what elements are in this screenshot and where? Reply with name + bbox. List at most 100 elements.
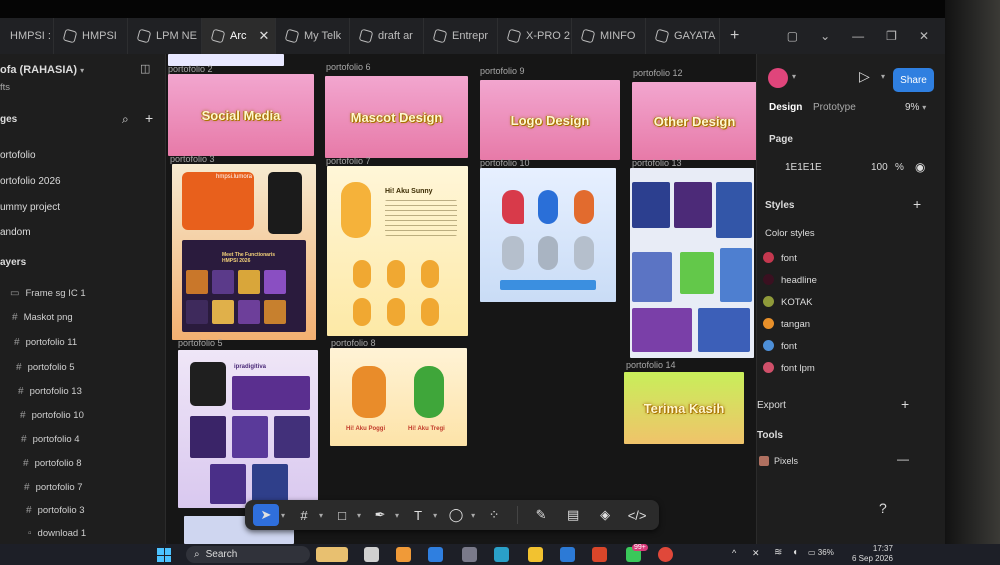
- volume-icon[interactable]: ◖: [792, 547, 798, 558]
- color-style-item[interactable]: font: [781, 253, 797, 264]
- color-style-item[interactable]: KOTAK: [781, 297, 813, 308]
- design-canvas[interactable]: portofolio 2 portofolio 6 portofolio 9 p…: [166, 54, 756, 544]
- mail-icon[interactable]: [428, 547, 443, 562]
- eye-icon[interactable]: ◉: [915, 160, 925, 174]
- user-avatar[interactable]: [768, 68, 788, 88]
- wifi-icon[interactable]: ≋: [774, 547, 782, 558]
- frame-tool-icon[interactable]: #: [291, 504, 317, 526]
- vscode-icon[interactable]: [560, 547, 575, 562]
- browser-tab[interactable]: GAYATA: [646, 18, 720, 54]
- restore-icon[interactable]: ❐: [886, 29, 897, 43]
- frame-label[interactable]: portofolio 8: [331, 338, 376, 348]
- page-item[interactable]: ummy project: [0, 202, 60, 213]
- logo-showcase-frame[interactable]: [480, 168, 616, 302]
- layer-item[interactable]: # portofolio 8: [23, 458, 82, 469]
- browser-tab[interactable]: Entrepr: [424, 18, 498, 54]
- store-icon[interactable]: [462, 547, 477, 562]
- chevron-down-icon[interactable]: ▾: [433, 511, 437, 520]
- layer-item[interactable]: # portofolio 10: [20, 410, 84, 421]
- share-button[interactable]: Share: [893, 68, 934, 92]
- social-media-frame[interactable]: Social Media: [168, 74, 314, 156]
- chevron-down-icon[interactable]: ▾: [395, 511, 399, 520]
- new-tab-button[interactable]: +: [720, 27, 749, 45]
- logo-design-frame[interactable]: Logo Design: [480, 80, 620, 160]
- add-export-icon[interactable]: +: [901, 396, 909, 412]
- tab-prototype[interactable]: Prototype: [813, 102, 856, 113]
- design-mode-icon[interactable]: ▤: [560, 504, 586, 526]
- widget-icon[interactable]: [316, 547, 348, 562]
- browser-tab[interactable]: LPM NE: [128, 18, 202, 54]
- page-item[interactable]: andom: [0, 227, 31, 238]
- rectangle-tool-icon[interactable]: □: [329, 504, 355, 526]
- file-explorer-icon[interactable]: [528, 547, 543, 562]
- text-tool-icon[interactable]: T: [405, 504, 431, 526]
- other-design-frame[interactable]: Other Design: [632, 82, 756, 160]
- dev-mode-icon[interactable]: </>: [624, 504, 650, 526]
- mute-icon[interactable]: ✕: [752, 548, 760, 559]
- chevron-down-icon[interactable]: ▾: [281, 511, 285, 520]
- copilot-icon[interactable]: [396, 547, 411, 562]
- help-button[interactable]: ?: [879, 500, 887, 516]
- layer-item[interactable]: # portofolio 13: [18, 386, 82, 397]
- frame-label[interactable]: portofolio 6: [326, 62, 371, 72]
- browser-tab[interactable]: HMPSI :: [0, 18, 54, 54]
- frame-label[interactable]: portofolio 10: [480, 158, 530, 168]
- close-tab-icon[interactable]: ✕: [259, 28, 270, 44]
- edge-icon[interactable]: [494, 547, 509, 562]
- page-item[interactable]: ortofolio 2026: [0, 176, 61, 187]
- figma-icon[interactable]: [592, 547, 607, 562]
- other-design-showcase-frame[interactable]: [630, 168, 754, 358]
- layer-item[interactable]: ▭ Frame sg IC 1: [10, 288, 86, 299]
- chevron-down-icon[interactable]: ▾: [792, 72, 796, 81]
- close-window-icon[interactable]: ✕: [919, 29, 929, 43]
- frame-label[interactable]: portofolio 14: [626, 360, 676, 370]
- browser-tab[interactable]: X-PRO 2: [498, 18, 572, 54]
- comment-tool-icon[interactable]: ◯: [443, 504, 469, 526]
- color-style-item[interactable]: headline: [781, 275, 817, 286]
- page-opacity-value[interactable]: 100: [871, 162, 888, 173]
- page-color-value[interactable]: 1E1E1E: [785, 162, 822, 173]
- page-item[interactable]: ortofolio: [0, 150, 36, 161]
- add-style-icon[interactable]: +: [913, 196, 921, 212]
- frame-label[interactable]: portofolio 13: [632, 158, 682, 168]
- layer-item[interactable]: # portofolio 7: [24, 482, 83, 493]
- file-title[interactable]: ofa (RAHASIA) ▾: [0, 64, 84, 76]
- add-page-icon[interactable]: +: [145, 110, 153, 126]
- component-icon[interactable]: ◈: [592, 504, 618, 526]
- panel-toggle-icon[interactable]: ◫: [140, 62, 150, 75]
- layer-item[interactable]: # Maskot png: [12, 312, 73, 323]
- layer-item[interactable]: # portofolio 4: [21, 434, 80, 445]
- browser-tab[interactable]: My Telk: [276, 18, 350, 54]
- color-style-item[interactable]: tangan: [781, 319, 810, 330]
- tab-design[interactable]: Design: [769, 102, 802, 113]
- minimize-icon[interactable]: —: [852, 29, 864, 43]
- present-icon[interactable]: ▷: [859, 68, 870, 85]
- browser-tab-active[interactable]: Arc ✕: [202, 18, 276, 54]
- taskbar-search[interactable]: ⌕ Search: [186, 546, 310, 563]
- chevron-up-icon[interactable]: ^: [732, 548, 736, 558]
- browser-tab[interactable]: draft ar: [350, 18, 424, 54]
- social-media-showcase-frame[interactable]: hmpsi.lumora Meet The Functionaris HMPSI…: [172, 164, 316, 340]
- windows-start-icon[interactable]: [157, 548, 171, 562]
- frame-label[interactable]: portofolio 5: [178, 338, 223, 348]
- plugin-item[interactable]: Pixels: [759, 456, 798, 466]
- chevron-down-icon[interactable]: ▾: [319, 511, 323, 520]
- frame-label[interactable]: portofolio 7: [326, 156, 371, 166]
- frame-label[interactable]: portofolio 3: [170, 154, 215, 164]
- actions-tool-icon[interactable]: ⁘: [481, 504, 507, 526]
- layer-item[interactable]: # portofolio 3: [26, 505, 85, 516]
- tab-overview-icon[interactable]: ▢: [787, 29, 798, 43]
- thank-you-frame[interactable]: Terima Kasih: [624, 372, 744, 444]
- frame-label[interactable]: portofolio 12: [633, 68, 683, 78]
- chevron-down-icon[interactable]: ▾: [357, 511, 361, 520]
- frame-label[interactable]: portofolio 9: [480, 66, 525, 76]
- layer-item[interactable]: ▫ download 1: [28, 528, 86, 539]
- mascot-sunny-frame[interactable]: Hi! Aku Sunny: [327, 166, 468, 336]
- draw-mode-icon[interactable]: ✎: [528, 504, 554, 526]
- social-media-showcase-frame-2[interactable]: ipradigitiva: [178, 350, 318, 508]
- frame-label[interactable]: portofolio 2: [168, 64, 213, 74]
- chevron-down-icon[interactable]: ⌄: [820, 29, 830, 43]
- task-view-icon[interactable]: [364, 547, 379, 562]
- layer-item[interactable]: # portofolio 5: [16, 362, 75, 373]
- zoom-level[interactable]: 9% ▾: [905, 102, 926, 113]
